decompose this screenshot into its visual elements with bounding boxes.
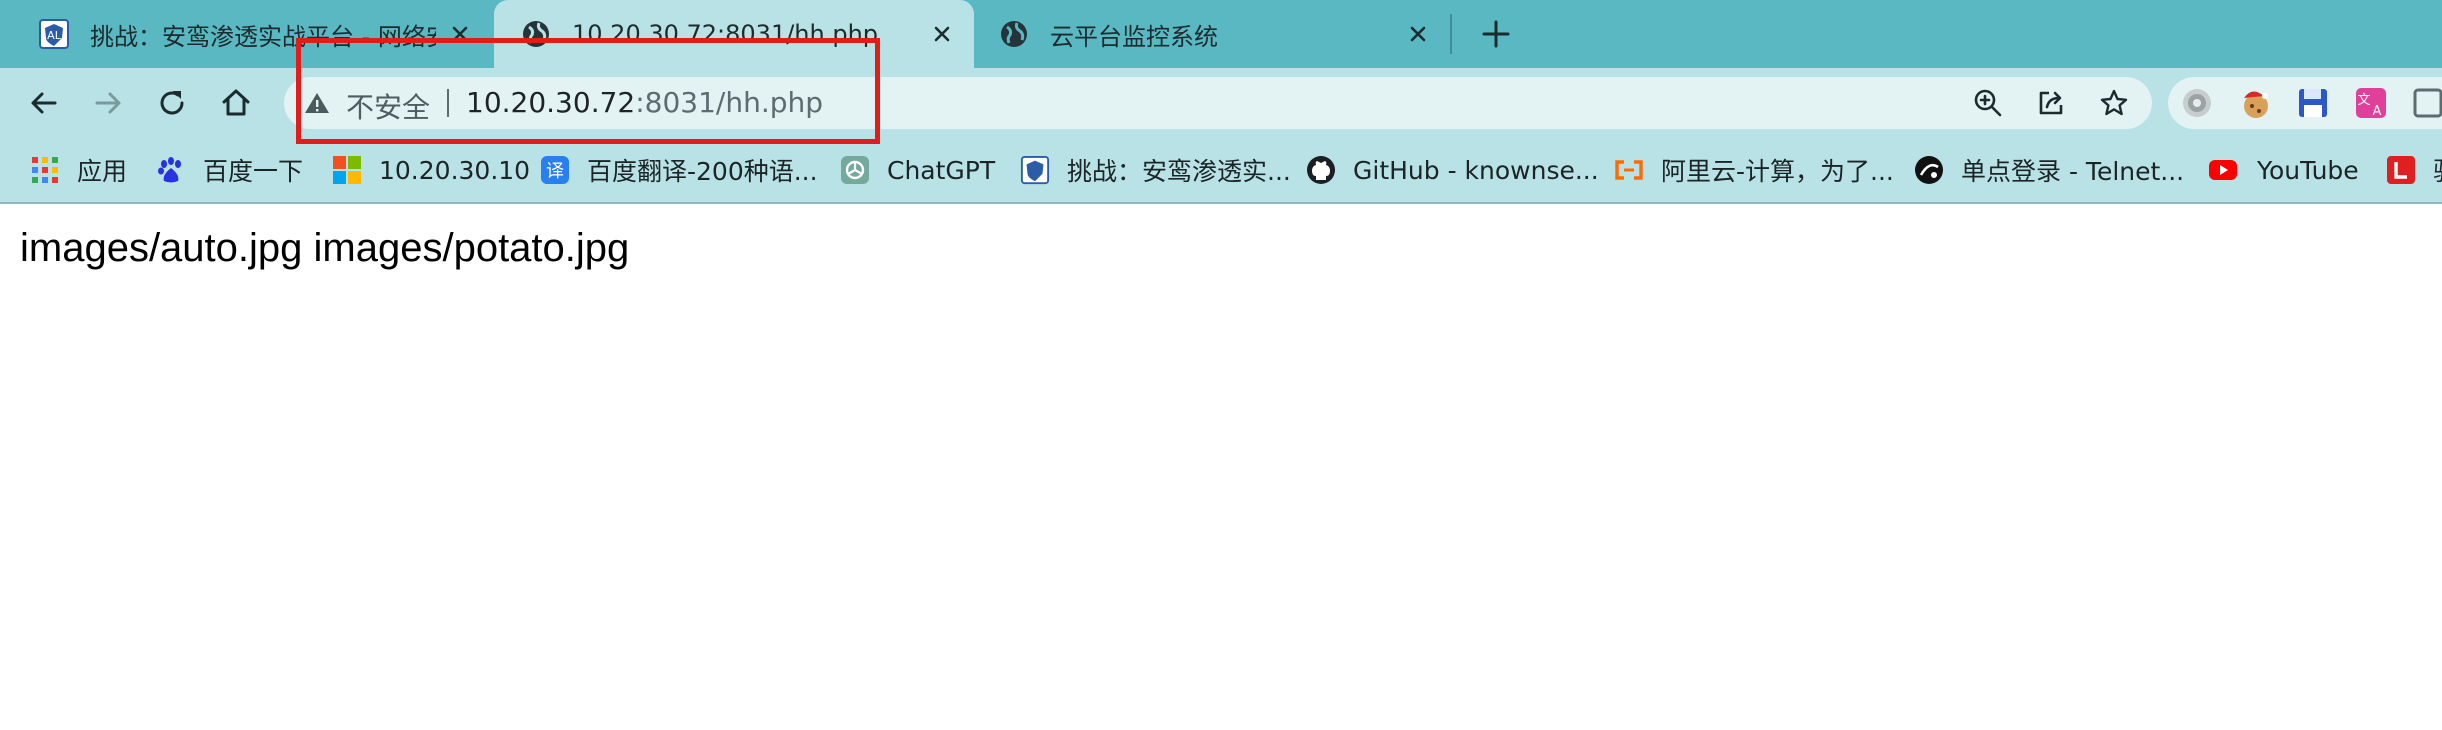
youtube-icon — [2209, 160, 2237, 180]
bookmark-github[interactable]: GitHub - knownse... — [1306, 138, 1599, 202]
bookmarks-bar: 应用 百度一下 10.20.30.10 译 百度翻译-200种语... Chat… — [0, 138, 2442, 204]
bookmark-telnet-sso[interactable]: 单点登录 - Telnet... — [1914, 138, 2184, 202]
close-icon[interactable] — [928, 20, 956, 48]
windows-logo-icon — [333, 156, 361, 184]
bookmark-chatgpt[interactable]: ChatGPT — [840, 138, 995, 202]
extension-globe-icon[interactable] — [2180, 86, 2214, 120]
bookmark-label: 挑战：安鸾渗透实... — [1067, 157, 1291, 186]
shield-logo-icon — [1020, 155, 1050, 185]
bookmark-youtube[interactable]: YouTube — [2206, 138, 2359, 202]
bookmark-label: 百度一下 — [203, 157, 304, 186]
extension-cookie-icon[interactable] — [2238, 86, 2272, 120]
red-l-icon — [2387, 156, 2415, 184]
share-icon[interactable] — [2035, 87, 2067, 119]
telnet-icon — [1915, 156, 1943, 184]
forward-arrow-icon[interactable] — [90, 85, 126, 121]
tab-separator — [1450, 14, 1452, 54]
github-icon — [1307, 156, 1335, 184]
bookmark-label: 应用 — [77, 157, 128, 186]
extensions-area: 文 A — [2168, 77, 2442, 129]
svg-text:AL: AL — [47, 29, 62, 42]
bookmark-anluan[interactable]: 挑战：安鸾渗透实... — [1020, 138, 1291, 202]
tab-cloud-monitor[interactable]: 云平台监控系统 — [974, 0, 1450, 68]
bookmark-label: 单点登录 - Telnet... — [1961, 157, 2185, 186]
tab-title: 云平台监控系统 — [1050, 22, 1218, 51]
apps-grid-icon — [32, 157, 58, 183]
bookmark-label: 驿 — [2433, 152, 2442, 188]
new-tab-plus-icon[interactable] — [1478, 16, 1514, 52]
reload-icon[interactable] — [154, 85, 190, 121]
extension-partial-icon[interactable] — [2412, 86, 2442, 120]
back-arrow-icon[interactable] — [26, 85, 62, 121]
bookmark-10-20-30-10[interactable]: 10.20.30.10 — [332, 138, 530, 202]
bookmark-apps[interactable]: 应用 — [30, 138, 127, 202]
bookmark-baidu-translate[interactable]: 译 百度翻译-200种语... — [540, 138, 818, 202]
page-body-text: images/auto.jpg images/potato.jpg — [20, 226, 630, 270]
chatgpt-icon — [841, 156, 869, 184]
baidu-translate-icon: 译 — [541, 156, 569, 184]
extension-translate-icon[interactable]: 文 A — [2354, 86, 2388, 120]
svg-text:A: A — [2373, 104, 2382, 119]
shield-logo-icon: AL — [39, 19, 69, 49]
baidu-paw-icon — [158, 157, 181, 183]
aliyun-icon — [1615, 160, 1643, 180]
zoom-icon[interactable] — [1972, 87, 2004, 119]
home-icon[interactable] — [218, 85, 254, 121]
bookmark-label: 阿里云-计算，为了... — [1661, 157, 1894, 186]
bookmark-label: 百度翻译-200种语... — [587, 157, 818, 186]
red-highlight-box — [296, 38, 880, 144]
bookmark-aliyun[interactable]: 阿里云-计算，为了... — [1614, 138, 1894, 202]
bookmark-label: YouTube — [2257, 155, 2359, 185]
globe-icon — [1001, 21, 1027, 47]
svg-text:文: 文 — [2357, 93, 2370, 108]
bookmark-truncated[interactable]: 驿 — [2386, 138, 2442, 202]
svg-text:译: 译 — [546, 161, 564, 182]
bookmark-label: 10.20.30.10 — [379, 155, 531, 185]
close-icon[interactable] — [1404, 20, 1432, 48]
extension-save-icon[interactable] — [2296, 86, 2330, 120]
bookmark-label: ChatGPT — [887, 155, 996, 185]
bookmark-star-icon[interactable] — [2098, 87, 2130, 119]
bookmark-label: GitHub - knownse... — [1353, 155, 1599, 185]
bookmark-baidu[interactable]: 百度一下 — [156, 138, 303, 202]
